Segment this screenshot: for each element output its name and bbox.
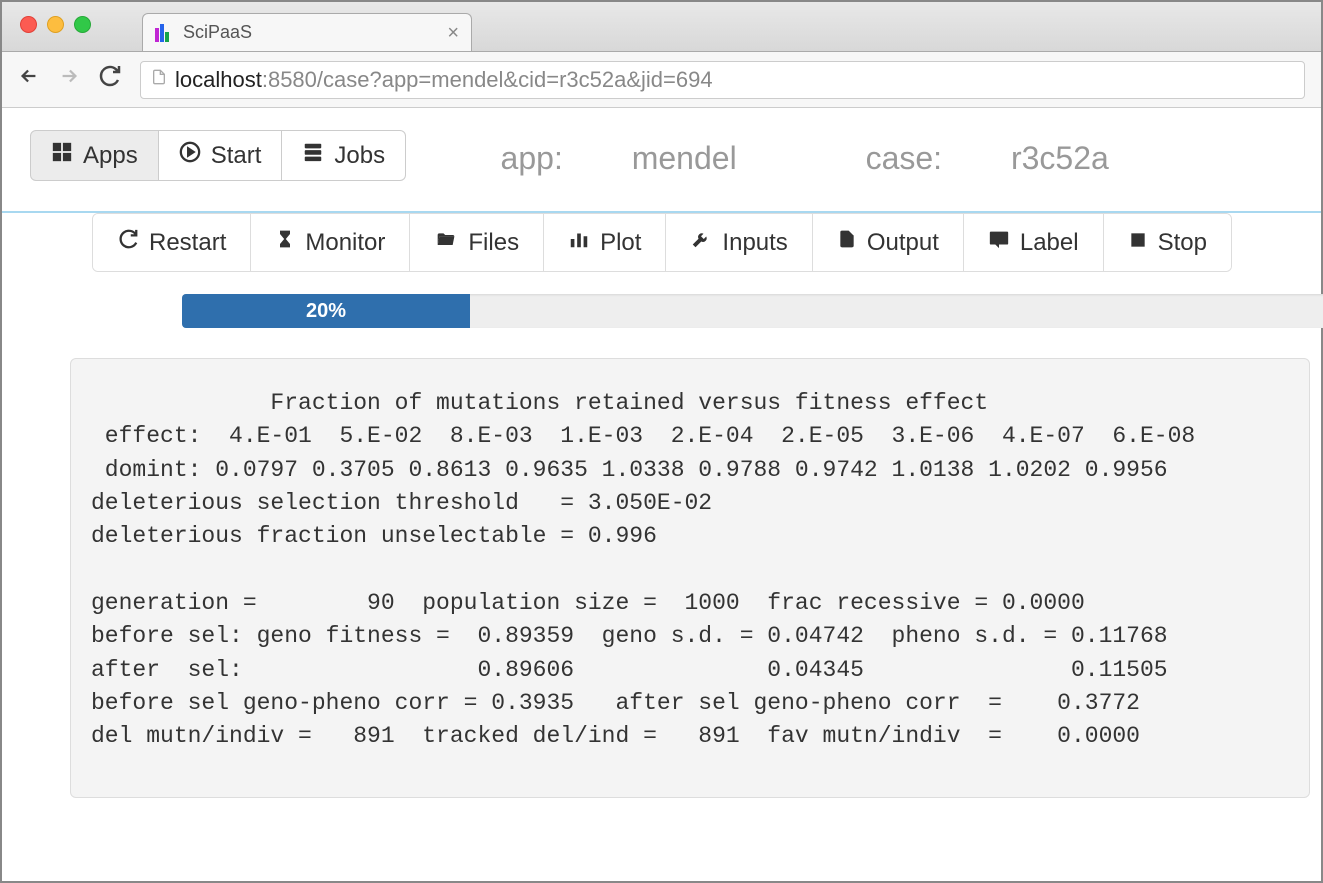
files-tab[interactable]: Files (410, 214, 544, 271)
monitor-label: Monitor (305, 229, 385, 257)
action-row: Restart Monitor Files Plot Inputs Output… (92, 213, 1321, 328)
server-icon (302, 141, 324, 170)
address-bar[interactable]: localhost:8580/case?app=mendel&cid=r3c52… (140, 61, 1305, 99)
browser-tab-strip: SciPaaS × (2, 2, 1321, 52)
apps-button[interactable]: Apps (30, 130, 159, 181)
close-window-icon[interactable] (20, 16, 37, 33)
app-info: app: mendel (501, 140, 797, 176)
close-tab-icon[interactable]: × (447, 23, 459, 43)
start-label: Start (211, 142, 262, 170)
stop-tab[interactable]: Stop (1104, 214, 1231, 271)
action-tabs: Restart Monitor Files Plot Inputs Output… (92, 213, 1232, 272)
play-circle-icon (179, 141, 201, 170)
grid-icon (51, 141, 73, 170)
app-header: Apps Start Jobs app: mendel case: r3c52a (2, 108, 1321, 213)
monitor-tab[interactable]: Monitor (251, 214, 410, 271)
page-icon (151, 67, 167, 93)
output-label: Output (867, 229, 939, 257)
maximize-window-icon[interactable] (74, 16, 91, 33)
plot-label: Plot (600, 229, 641, 257)
progress-bar-fill: 20% (182, 294, 470, 328)
start-button[interactable]: Start (159, 130, 283, 181)
inputs-label: Inputs (722, 229, 787, 257)
favicon-icon (155, 24, 173, 42)
window-controls (20, 16, 91, 33)
files-label: Files (468, 229, 519, 257)
inputs-tab[interactable]: Inputs (666, 214, 812, 271)
restart-label: Restart (149, 229, 226, 257)
restart-tab[interactable]: Restart (93, 214, 251, 271)
back-button[interactable] (18, 65, 40, 94)
url-path: :8580/case?app=mendel&cid=r3c52a&jid=694 (262, 67, 713, 93)
case-info: case: r3c52a (866, 140, 1169, 176)
output-panel: Fraction of mutations retained versus fi… (70, 358, 1310, 798)
output-tab[interactable]: Output (813, 214, 964, 271)
stop-icon (1128, 229, 1148, 257)
main-nav: Apps Start Jobs (30, 130, 406, 181)
hourglass-icon (275, 228, 295, 257)
chart-bar-icon (568, 228, 590, 257)
browser-toolbar: localhost:8580/case?app=mendel&cid=r3c52… (2, 52, 1321, 108)
plot-tab[interactable]: Plot (544, 214, 666, 271)
label-label: Label (1020, 229, 1079, 257)
jobs-label: Jobs (334, 142, 385, 170)
reload-button[interactable] (98, 64, 122, 95)
folder-open-icon (434, 229, 458, 257)
label-tab[interactable]: Label (964, 214, 1104, 271)
comment-icon (988, 228, 1010, 257)
apps-label: Apps (83, 142, 138, 170)
file-icon (837, 228, 857, 257)
progress-bar-track: 20% (182, 294, 1323, 328)
wrench-icon (690, 228, 712, 257)
minimize-window-icon[interactable] (47, 16, 64, 33)
url-host: localhost (175, 67, 262, 93)
browser-tab[interactable]: SciPaaS × (142, 13, 472, 51)
jobs-button[interactable]: Jobs (282, 130, 406, 181)
forward-button[interactable] (58, 65, 80, 94)
header-info: app: mendel case: r3c52a (501, 140, 1229, 177)
restart-icon (117, 228, 139, 257)
progress-label: 20% (306, 300, 346, 323)
tab-title: SciPaaS (183, 22, 252, 43)
stop-label: Stop (1158, 229, 1207, 257)
